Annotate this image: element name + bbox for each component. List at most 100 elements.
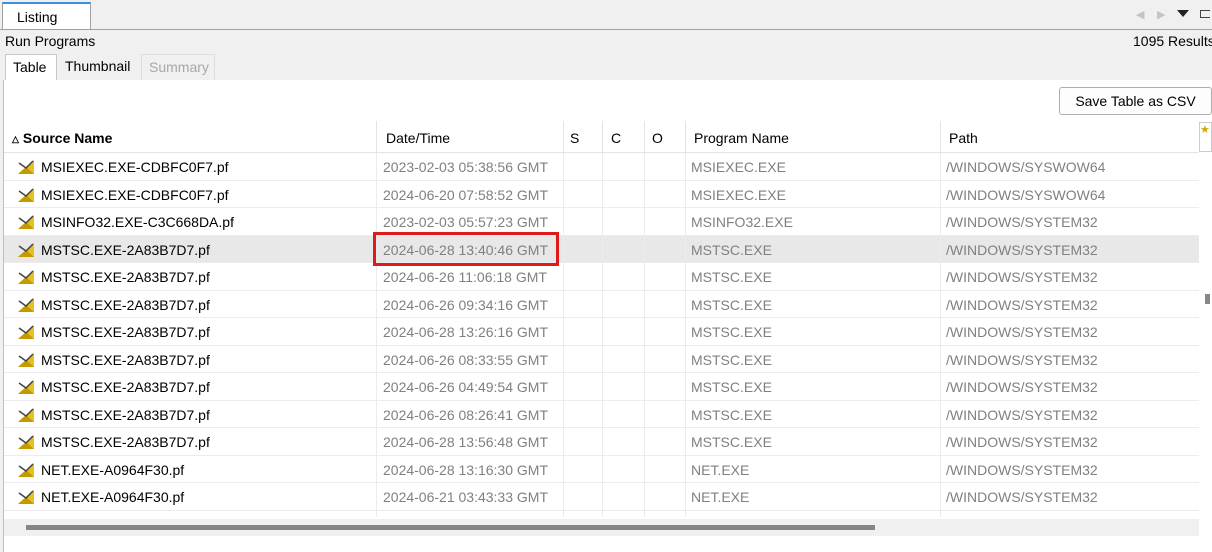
cell-source-name: NET.EXE-A0964F30.pf xyxy=(4,483,377,511)
cell-s xyxy=(564,345,603,373)
prefetch-file-icon xyxy=(18,187,34,202)
table-row[interactable]: MSTSC.EXE-2A83B7D7.pf 2024-06-26 08:26:4… xyxy=(4,400,1199,428)
cell-s xyxy=(564,455,603,483)
cell-o xyxy=(645,180,686,208)
source-name-text: MSTSC.EXE-2A83B7D7.pf xyxy=(41,324,210,340)
cell-source-name: MSIEXEC.EXE-CDBFC0F7.pf xyxy=(4,153,377,181)
back-arrow-icon[interactable]: ◀ xyxy=(1136,8,1144,21)
cell-date-time: 2024-06-26 08:33:55 GMT xyxy=(377,345,564,373)
column-header-o[interactable]: O xyxy=(645,121,686,152)
cell-o xyxy=(645,208,686,236)
restore-window-icon[interactable] xyxy=(1200,10,1210,18)
cell-s xyxy=(564,235,603,263)
cell-program-name: MSTSC.EXE xyxy=(686,290,941,318)
cell-c xyxy=(603,400,645,428)
cell-path: /WINDOWS/SYSTEM32 xyxy=(946,461,1098,478)
cell-s xyxy=(564,428,603,456)
tab-thumbnail[interactable]: Thumbnail xyxy=(58,54,140,80)
tab-listing[interactable]: Listing xyxy=(2,2,91,29)
table-row-partial[interactable] xyxy=(4,510,1199,518)
cell-path: /WINDOWS/SYSWOW64 xyxy=(946,186,1106,203)
cell-program-name: MSTSC.EXE xyxy=(686,318,941,346)
cell-s xyxy=(564,208,603,236)
table-row[interactable]: MSTSC.EXE-2A83B7D7.pf 2024-06-26 08:33:5… xyxy=(4,345,1199,373)
tab-listing-label: Listing xyxy=(17,9,58,25)
column-header-c[interactable]: C xyxy=(603,121,645,152)
cell-source-name: MSIEXEC.EXE-CDBFC0F7.pf xyxy=(4,180,377,208)
source-name-text: MSTSC.EXE-2A83B7D7.pf xyxy=(41,434,210,450)
prefetch-file-icon xyxy=(18,407,34,422)
table-row[interactable]: NET.EXE-A0964F30.pf 2024-06-28 13:16:30 … xyxy=(4,455,1199,483)
cell-program-name: NET.EXE xyxy=(686,483,941,511)
editor-tab-bar: Listing ◀ ▶ xyxy=(0,0,1212,30)
prefetch-file-icon xyxy=(18,435,34,449)
cell-s xyxy=(564,180,603,208)
table-row[interactable]: MSINFO32.EXE-C3C668DA.pf 2023-02-03 05:5… xyxy=(4,208,1199,236)
table-row[interactable]: MSTSC.EXE-2A83B7D7.pf 2024-06-28 13:56:4… xyxy=(4,428,1199,456)
table-row[interactable]: MSTSC.EXE-2A83B7D7.pf 2024-06-26 09:34:1… xyxy=(4,290,1199,318)
column-header-path[interactable]: Path xyxy=(941,121,1199,152)
source-name-text: MSTSC.EXE-2A83B7D7.pf xyxy=(41,269,210,285)
tab-summary-label: Summary xyxy=(149,59,209,75)
cell-path: /WINDOWS/SYSTEM32 xyxy=(946,241,1098,258)
table-row[interactable]: MSIEXEC.EXE-CDBFC0F7.pf 2024-06-20 07:58… xyxy=(4,180,1199,208)
cell-program-name: MSTSC.EXE xyxy=(686,345,941,373)
cell-s xyxy=(564,290,603,318)
column-header-source-name[interactable]: △ Source Name xyxy=(4,121,377,152)
column-header-program-name[interactable]: Program Name xyxy=(686,121,941,152)
cell-path: /WINDOWS/SYSTEM32 xyxy=(946,406,1098,423)
table-row[interactable]: MSTSC.EXE-2A83B7D7.pf 2024-06-26 11:06:1… xyxy=(4,263,1199,291)
column-header-label: Path xyxy=(949,130,978,146)
tab-table[interactable]: Table xyxy=(5,54,57,80)
prefetch-file-icon xyxy=(17,517,35,518)
cell-program-name: MSTSC.EXE xyxy=(686,400,941,428)
table-row[interactable]: NET.EXE-A0964F30.pf 2024-06-21 03:43:33 … xyxy=(4,483,1199,511)
cell-path: /WINDOWS/SYSTEM32 xyxy=(946,324,1098,340)
table-row[interactable]: MSTSC.EXE-2A83B7D7.pf 2024-06-28 13:26:1… xyxy=(4,318,1199,346)
column-chooser-icon[interactable]: ★ xyxy=(1199,122,1212,152)
save-table-csv-button[interactable]: Save Table as CSV xyxy=(1059,87,1212,115)
horizontal-scrollbar[interactable] xyxy=(4,519,1199,536)
cell-o xyxy=(645,428,686,456)
prefetch-file-icon xyxy=(18,380,34,394)
cell-s xyxy=(564,318,603,346)
table-row-selected[interactable]: MSTSC.EXE-2A83B7D7.pf 2024-06-28 13:40:4… xyxy=(4,235,1199,263)
cell-o xyxy=(645,290,686,318)
source-name-text: NET.EXE-A0964F30.pf xyxy=(41,461,185,478)
results-count: 1095 Results xyxy=(1133,33,1212,49)
cell-source-name: NET.EXE-A0964F30.pf xyxy=(4,455,377,483)
panel-title: Run Programs xyxy=(5,33,96,49)
column-header-s[interactable]: S xyxy=(564,121,603,152)
cell-program-name: MSINFO32.EXE xyxy=(686,208,941,236)
horizontal-scrollbar-thumb[interactable] xyxy=(26,525,875,530)
cell-date-time: 2024-06-26 08:26:41 GMT xyxy=(377,400,564,428)
table-row[interactable]: MSTSC.EXE-2A83B7D7.pf 2024-06-26 04:49:5… xyxy=(4,373,1199,401)
cell-path: /WINDOWS/SYSTEM32 xyxy=(946,489,1098,505)
cell-o xyxy=(645,345,686,373)
cell-o xyxy=(645,235,686,263)
prefetch-file-icon xyxy=(18,325,34,339)
cell-source-name: MSTSC.EXE-2A83B7D7.pf xyxy=(4,400,377,428)
tab-summary[interactable]: Summary xyxy=(141,54,215,80)
cell-program-name: MSIEXEC.EXE xyxy=(686,180,941,208)
cell-c xyxy=(603,428,645,456)
forward-arrow-icon[interactable]: ▶ xyxy=(1157,8,1165,21)
table-body: MSIEXEC.EXE-CDBFC0F7.pf 2023-02-03 05:38… xyxy=(4,153,1199,517)
cell-source-name: MSTSC.EXE-2A83B7D7.pf xyxy=(4,428,377,456)
cell-date-time: 2024-06-28 13:56:48 GMT xyxy=(377,428,564,456)
cell-c xyxy=(603,263,645,291)
column-header-date-time[interactable]: Date/Time xyxy=(377,121,564,152)
cell-date-time: 2024-06-28 13:16:30 GMT xyxy=(377,455,564,483)
vertical-scrollbar-thumb[interactable] xyxy=(1205,294,1210,304)
prefetch-file-icon xyxy=(18,297,34,312)
cell-c xyxy=(603,153,645,181)
dropdown-menu-icon[interactable] xyxy=(1177,10,1189,17)
table-header: △ Source Name Date/Time S C O Program Nam… xyxy=(4,121,1199,153)
cell-path: /WINDOWS/SYSTEM32 xyxy=(946,379,1098,395)
cell-o xyxy=(645,153,686,181)
table-row[interactable]: MSIEXEC.EXE-CDBFC0F7.pf 2023-02-03 05:38… xyxy=(4,153,1199,181)
cell-date-time: 2024-06-28 13:26:16 GMT xyxy=(377,318,564,346)
cell-c xyxy=(603,483,645,511)
prefetch-file-icon xyxy=(18,160,34,174)
cell-program-name: NET.EXE xyxy=(686,455,941,483)
